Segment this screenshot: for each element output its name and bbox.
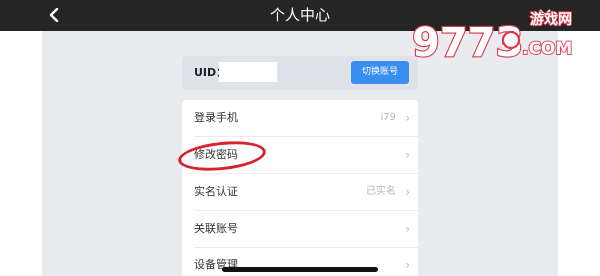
- menu-item-value: 已实名: [366, 186, 396, 197]
- menu-item-value: i79: [380, 112, 396, 123]
- switch-account-button[interactable]: 切换账号: [351, 61, 409, 84]
- chevron-right-icon: ›: [405, 148, 410, 162]
- uid-value-field: [219, 62, 277, 82]
- chevron-right-icon: ›: [405, 222, 410, 236]
- home-indicator: [222, 267, 378, 272]
- menu-item-linked-accounts[interactable]: 关联账号 ›: [182, 211, 418, 247]
- chevron-right-icon: ›: [405, 185, 410, 199]
- uid-card: UID： 切换账号: [182, 56, 418, 90]
- watermark-dot-icon: [501, 30, 521, 50]
- watermark-domain: .COM: [522, 39, 572, 59]
- menu-item-label: 关联账号: [194, 222, 238, 235]
- watermark-logo: 9773 .COM 游戏网: [411, 10, 573, 67]
- chevron-right-icon: ›: [405, 111, 410, 125]
- menu-item-label: 实名认证: [194, 185, 238, 198]
- menu-item-real-name[interactable]: 实名认证 已实名 ›: [182, 174, 418, 210]
- left-margin: [0, 31, 42, 276]
- menu-item-label: 登录手机: [194, 111, 238, 124]
- menu-item-login-phone[interactable]: 登录手机 i79 ›: [182, 100, 418, 136]
- watermark-tag: 游戏网: [530, 11, 572, 28]
- settings-menu: 登录手机 i79 › 修改密码 › 实名认证 已实名 › 关联账号 › 设备管理…: [182, 100, 418, 276]
- chevron-right-icon: ›: [405, 258, 410, 272]
